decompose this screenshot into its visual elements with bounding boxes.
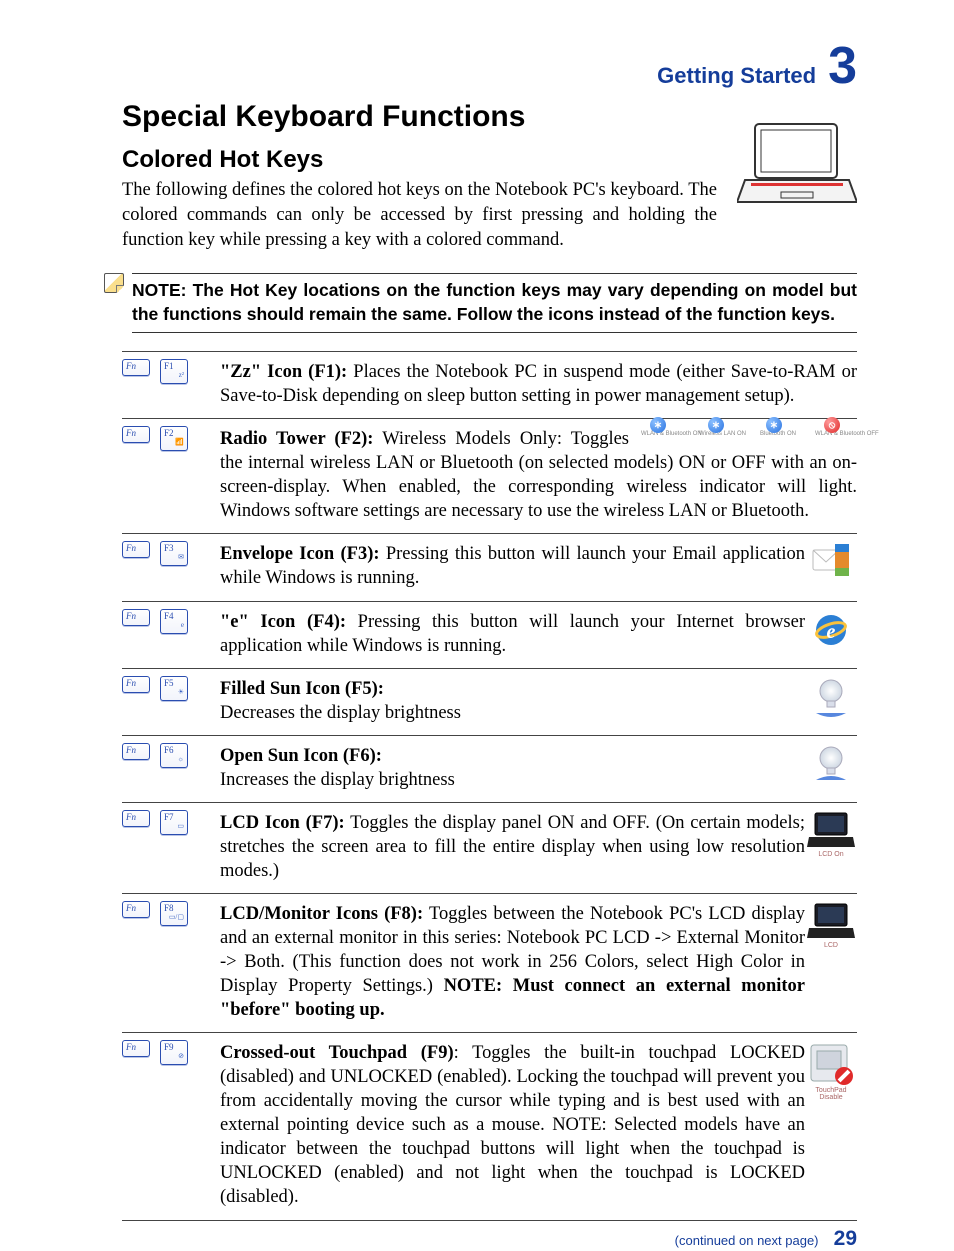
section-name: Getting Started <box>657 63 816 89</box>
fn-key-icon: Fn <box>122 1040 150 1057</box>
page-header: Getting Started 3 <box>122 40 857 92</box>
touchpad-icon <box>807 1041 855 1087</box>
fkey-icon: F6☼ <box>160 743 188 768</box>
continued-label: (continued on next page) <box>675 1233 819 1248</box>
note-icon <box>104 273 124 293</box>
laptop-illustration <box>737 116 857 206</box>
fkey-icon: F7▭ <box>160 810 188 835</box>
hotkey-description: Envelope Icon (F3): Pressing this button… <box>220 534 805 601</box>
fn-key-icon: Fn <box>122 426 150 443</box>
section-subtitle: Colored Hot Keys <box>122 146 717 174</box>
fkey-icon: F1z² <box>160 359 188 384</box>
hotkey-row: Fn F3✉ Envelope Icon (F3): Pressing this b… <box>122 534 857 601</box>
fkey-icon: F9⊘ <box>160 1040 188 1065</box>
hotkey-row: Fn F4e "e" Icon (F4): Pressing this button… <box>122 601 857 668</box>
ie-icon: e <box>811 610 851 650</box>
brightness-icon <box>810 744 852 786</box>
hotkey-description: "e" Icon (F4): Pressing this button will… <box>220 601 805 668</box>
wireless-status-icons: ∗WLAN & Bluetooth ON∗Wireless LAN ON∗Blu… <box>641 429 857 439</box>
hotkey-description: Open Sun Icon (F6):Increases the display… <box>220 735 805 802</box>
hotkey-row: Fn F6☼ Open Sun Icon (F6):Increases the di… <box>122 735 857 802</box>
fkey-icon: F4e <box>160 609 188 634</box>
fkey-icon: F5☀ <box>160 676 188 701</box>
fn-key-icon: Fn <box>122 609 150 626</box>
hotkey-row: Fn F1z² "Zz" Icon (F1): Places the Noteboo… <box>122 352 857 419</box>
brightness-icon <box>810 677 852 719</box>
hotkey-description: ∗WLAN & Bluetooth ON∗Wireless LAN ON∗Blu… <box>220 419 857 534</box>
laptop-icon <box>807 811 855 851</box>
fkey-icon: F3✉ <box>160 541 188 566</box>
fkey-icon: F8▭/▢ <box>160 901 188 926</box>
fn-key-icon: Fn <box>122 901 150 918</box>
fn-key-icon: Fn <box>122 676 150 693</box>
hotkey-description: "Zz" Icon (F1): Places the Notebook PC i… <box>220 352 857 419</box>
hotkey-row: Fn F7▭ LCD Icon (F7): Toggles the display … <box>122 802 857 893</box>
hotkey-row: Fn F8▭/▢ LCD/Monitor Icons (F8): Toggles b… <box>122 893 857 1032</box>
mail-icon <box>811 542 851 580</box>
hotkey-row: Fn F9⊘ Crossed-out Touchpad (F9): Toggles … <box>122 1033 857 1220</box>
hotkey-row: Fn F5☀ Filled Sun Icon (F5):Decreases the … <box>122 668 857 735</box>
note-text: NOTE: The Hot Key locations on the funct… <box>132 273 857 333</box>
hotkey-row: Fn F2📶 ∗WLAN & Bluetooth ON∗Wireless LAN O… <box>122 419 857 534</box>
laptop-icon <box>807 902 855 942</box>
fn-key-icon: Fn <box>122 541 150 558</box>
hotkey-description: Crossed-out Touchpad (F9): Toggles the b… <box>220 1033 805 1220</box>
page-number: 29 <box>834 1227 857 1250</box>
fn-key-icon: Fn <box>122 359 150 376</box>
page-footer: (continued on next page) 29 <box>675 1227 857 1251</box>
hotkey-description: Filled Sun Icon (F5):Decreases the displ… <box>220 668 805 735</box>
hotkey-table: Fn F1z² "Zz" Icon (F1): Places the Noteboo… <box>122 351 857 1220</box>
fkey-icon: F2📶 <box>160 426 188 451</box>
hotkey-description: LCD/Monitor Icons (F8): Toggles between … <box>220 893 805 1032</box>
fn-key-icon: Fn <box>122 810 150 827</box>
hotkey-description: LCD Icon (F7): Toggles the display panel… <box>220 802 805 893</box>
svg-text:e: e <box>827 621 836 643</box>
chapter-number: 3 <box>828 40 857 92</box>
fn-key-icon: Fn <box>122 743 150 760</box>
intro-paragraph: The following defines the colored hot ke… <box>122 178 717 253</box>
